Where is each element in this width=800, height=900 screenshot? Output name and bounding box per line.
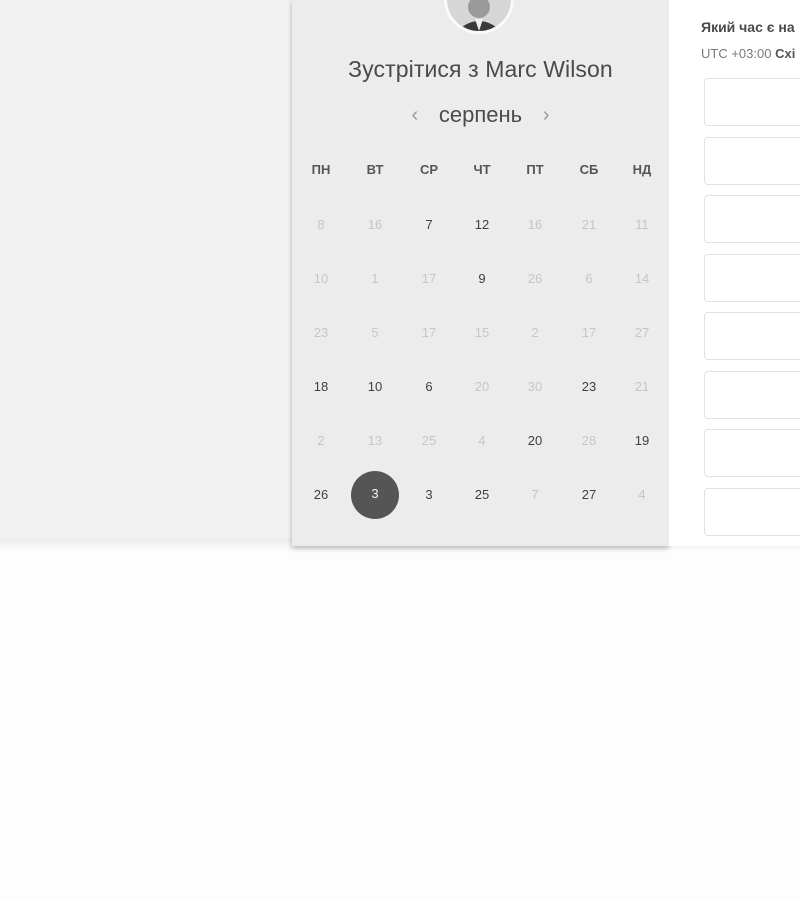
- calendar-day: 4: [638, 487, 646, 502]
- calendar-day: 20: [474, 379, 490, 394]
- calendar-day: 6: [585, 271, 593, 286]
- calendar-day: 28: [581, 433, 597, 448]
- calendar-card: Зустрітися з Marc Wilson ‹ серпень › ПН В…: [292, 0, 669, 546]
- weekday-label: СБ: [579, 162, 599, 177]
- calendar-day: 17: [421, 325, 437, 340]
- calendar-day[interactable]: 9: [458, 255, 506, 303]
- weekday-label: ПН: [311, 162, 331, 177]
- calendar-day[interactable]: 10: [351, 363, 399, 411]
- weekday-label: НД: [632, 162, 652, 177]
- calendar-day[interactable]: 3: [405, 471, 453, 519]
- time-slot-button[interactable]: [704, 195, 800, 243]
- calendar-day: 15: [474, 325, 490, 340]
- calendar-day: 17: [581, 325, 597, 340]
- calendar-day: 7: [531, 487, 539, 502]
- calendar-day: 25: [421, 433, 437, 448]
- person-avatar-icon: [447, 0, 511, 31]
- calendar-day: 27: [634, 325, 650, 340]
- calendar-day: 8: [317, 217, 325, 232]
- calendar-day: 4: [478, 433, 486, 448]
- timezone-selector[interactable]: UTC +03:00 Схі: [701, 46, 795, 61]
- calendar-day: 16: [527, 217, 543, 232]
- calendar-day: 13: [367, 433, 383, 448]
- calendar-day[interactable]: 12: [458, 201, 506, 249]
- calendar-day: 11: [635, 217, 649, 232]
- calendar-day: 17: [421, 271, 437, 286]
- calendar-day[interactable]: 19: [618, 417, 666, 465]
- calendar-day[interactable]: 20: [511, 417, 559, 465]
- calendar-day: 23: [313, 325, 329, 340]
- calendar-day[interactable]: 6: [405, 363, 453, 411]
- timezone-name: Схі: [775, 46, 796, 61]
- calendar-day: 2: [531, 325, 539, 340]
- calendar-day[interactable]: 7: [405, 201, 453, 249]
- timezone-question: Який час є на: [701, 19, 795, 35]
- left-background-panel: [0, 0, 292, 538]
- meeting-title: Зустрітися з Marc Wilson: [348, 56, 613, 82]
- calendar-day: 30: [527, 379, 543, 394]
- avatar: [444, 0, 514, 34]
- time-slot-button[interactable]: [704, 429, 800, 477]
- time-slot-button[interactable]: [704, 488, 800, 536]
- month-label: серпень: [438, 102, 523, 127]
- chevron-right-icon[interactable]: ›: [534, 102, 558, 128]
- calendar-day: 1: [371, 271, 379, 286]
- calendar-day[interactable]: 27: [565, 471, 613, 519]
- calendar-day: 2: [317, 433, 325, 448]
- month-navigation: ‹ серпень ›: [292, 102, 669, 132]
- calendar-day: 5: [371, 325, 379, 340]
- weekday-label: ЧТ: [473, 162, 491, 177]
- time-slot-button[interactable]: [704, 312, 800, 360]
- calendar-day: 21: [634, 379, 650, 394]
- time-selection-panel: Який час є на UTC +03:00 Схі: [669, 0, 800, 546]
- timezone-utc: UTC +03:00: [701, 46, 772, 61]
- selected-day[interactable]: 3: [351, 471, 399, 519]
- weekday-label: ВТ: [366, 162, 384, 177]
- calendar-day: 21: [581, 217, 597, 232]
- chevron-left-icon[interactable]: ‹: [403, 102, 427, 128]
- time-slot-button[interactable]: [704, 78, 800, 126]
- time-slot-button[interactable]: [704, 137, 800, 185]
- calendar-day: 10: [313, 271, 329, 286]
- calendar-day[interactable]: 25: [458, 471, 506, 519]
- time-slot-button[interactable]: [704, 371, 800, 419]
- calendar-day[interactable]: 26: [297, 471, 345, 519]
- weekday-label: СР: [419, 162, 439, 177]
- calendar-day[interactable]: 18: [297, 363, 345, 411]
- calendar-day: 26: [527, 271, 543, 286]
- calendar-day[interactable]: 23: [565, 363, 613, 411]
- calendar-day: 16: [367, 217, 383, 232]
- weekday-label: ПТ: [526, 162, 544, 177]
- time-slot-button[interactable]: [704, 254, 800, 302]
- calendar-day: 14: [634, 271, 650, 286]
